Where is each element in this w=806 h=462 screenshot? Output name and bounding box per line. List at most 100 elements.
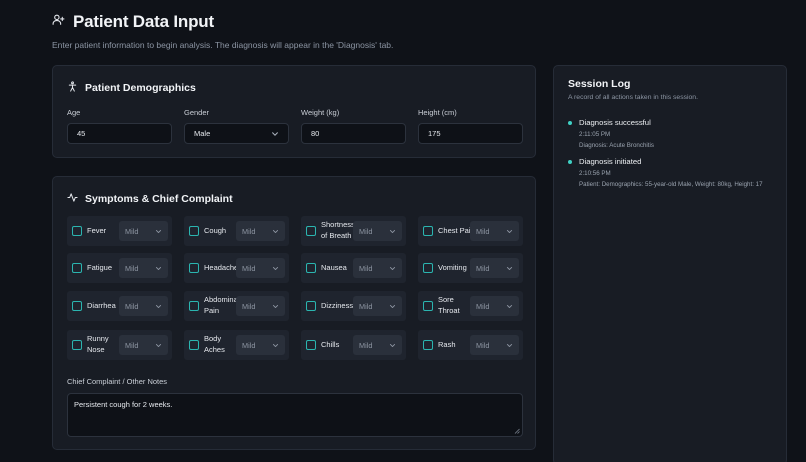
chevron-down-icon xyxy=(506,304,513,309)
page-header: Patient Data Input Enter patient informa… xyxy=(52,12,393,50)
chevron-down-icon xyxy=(272,266,279,271)
symptom-item: Body Aches Mild xyxy=(184,330,289,360)
session-log-title: Session Log xyxy=(568,78,631,90)
symptoms-card: Symptoms & Chief Complaint Fever Mild Coug… xyxy=(52,176,536,450)
weight-label: Weight (kg) xyxy=(301,108,340,117)
severity-value: Mild xyxy=(242,263,256,273)
notes-value: Persistent cough for 2 weeks. xyxy=(74,400,173,409)
age-label: Age xyxy=(67,108,81,117)
symptom-checkbox[interactable] xyxy=(306,263,316,273)
demographics-card: Patient Demographics Age 45 Gender Male … xyxy=(52,65,536,158)
severity-select[interactable]: Mild xyxy=(236,296,285,316)
chevron-down-icon xyxy=(389,304,396,309)
symptom-checkbox[interactable] xyxy=(423,263,433,273)
symptom-checkbox[interactable] xyxy=(72,263,82,273)
log-event: Diagnosis initiated xyxy=(579,157,642,166)
symptom-checkbox[interactable] xyxy=(72,340,82,350)
age-value: 45 xyxy=(77,129,86,138)
activity-pulse-icon xyxy=(67,190,78,208)
severity-value: Mild xyxy=(476,340,490,350)
severity-select[interactable]: Mild xyxy=(119,335,168,355)
severity-value: Mild xyxy=(242,340,256,350)
demographics-header: Patient Demographics xyxy=(67,79,196,97)
gender-value: Male xyxy=(194,129,211,138)
symptom-checkbox[interactable] xyxy=(72,301,82,311)
chevron-down-icon xyxy=(506,229,513,234)
symptom-item: Rash Mild xyxy=(418,330,523,360)
person-standing-icon xyxy=(67,79,78,97)
symptom-checkbox[interactable] xyxy=(306,226,316,236)
severity-select[interactable]: Mild xyxy=(119,296,168,316)
page-subtitle: Enter patient information to begin analy… xyxy=(52,40,394,50)
chevron-down-icon xyxy=(272,132,278,136)
gender-select[interactable]: Male xyxy=(184,123,289,144)
symptoms-title: Symptoms & Chief Complaint xyxy=(85,193,233,205)
chevron-down-icon xyxy=(389,343,396,348)
severity-value: Mild xyxy=(359,226,373,236)
symptom-item: Dizziness Mild xyxy=(301,291,406,321)
chevron-down-icon xyxy=(155,343,162,348)
symptom-item: Fatigue Mild xyxy=(67,253,172,283)
severity-select[interactable]: Mild xyxy=(353,296,402,316)
severity-select[interactable]: Mild xyxy=(353,335,402,355)
severity-select[interactable]: Mild xyxy=(236,258,285,278)
symptom-checkbox[interactable] xyxy=(306,340,316,350)
symptom-item: Vomiting Mild xyxy=(418,253,523,283)
symptom-checkbox[interactable] xyxy=(423,340,433,350)
severity-select[interactable]: Mild xyxy=(353,221,402,241)
symptom-checkbox[interactable] xyxy=(306,301,316,311)
symptom-checkbox[interactable] xyxy=(189,340,199,350)
chevron-down-icon xyxy=(155,266,162,271)
severity-value: Mild xyxy=(476,263,490,273)
chevron-down-icon xyxy=(155,304,162,309)
chevron-down-icon xyxy=(272,343,279,348)
severity-select[interactable]: Mild xyxy=(353,258,402,278)
log-status-dot xyxy=(568,121,572,125)
chief-complaint-textarea[interactable]: Persistent cough for 2 weeks. xyxy=(67,393,523,437)
severity-value: Mild xyxy=(476,226,490,236)
symptom-item: Sore Throat Mild xyxy=(418,291,523,321)
severity-select[interactable]: Mild xyxy=(119,258,168,278)
symptom-checkbox[interactable] xyxy=(423,301,433,311)
severity-select[interactable]: Mild xyxy=(470,258,519,278)
height-label: Height (cm) xyxy=(418,108,457,117)
session-log-card: Session Log A record of all actions take… xyxy=(553,65,787,462)
height-input[interactable]: 175 xyxy=(418,123,523,144)
severity-select[interactable]: Mild xyxy=(470,296,519,316)
chevron-down-icon xyxy=(272,304,279,309)
log-detail: Diagnosis: Acute Bronchitis xyxy=(579,142,654,149)
severity-value: Mild xyxy=(242,301,256,311)
severity-value: Mild xyxy=(125,226,139,236)
session-log-subtitle: A record of all actions taken in this se… xyxy=(568,94,698,101)
severity-select[interactable]: Mild xyxy=(470,221,519,241)
severity-value: Mild xyxy=(125,340,139,350)
severity-value: Mild xyxy=(242,226,256,236)
symptom-checkbox[interactable] xyxy=(423,226,433,236)
chevron-down-icon xyxy=(272,229,279,234)
weight-input[interactable]: 80 xyxy=(301,123,406,144)
symptom-item: Abdominal Pain Mild xyxy=(184,291,289,321)
symptom-checkbox[interactable] xyxy=(72,226,82,236)
user-plus-icon xyxy=(52,13,65,31)
chevron-down-icon xyxy=(506,266,513,271)
age-input[interactable]: 45 xyxy=(67,123,172,144)
chevron-down-icon xyxy=(506,343,513,348)
severity-select[interactable]: Mild xyxy=(236,335,285,355)
chevron-down-icon xyxy=(389,229,396,234)
severity-select[interactable]: Mild xyxy=(119,221,168,241)
demographics-title: Patient Demographics xyxy=(85,82,196,94)
symptom-item: Shortness of Breath Mild xyxy=(301,216,406,246)
symptom-item: Diarrhea Mild xyxy=(67,291,172,321)
symptom-checkbox[interactable] xyxy=(189,226,199,236)
resize-handle-icon[interactable] xyxy=(514,428,520,434)
symptoms-header: Symptoms & Chief Complaint xyxy=(67,190,233,208)
chevron-down-icon xyxy=(155,229,162,234)
severity-select[interactable]: Mild xyxy=(470,335,519,355)
log-detail: Patient: Demographics: 55-year-old Male,… xyxy=(579,181,763,188)
symptom-checkbox[interactable] xyxy=(189,301,199,311)
severity-select[interactable]: Mild xyxy=(236,221,285,241)
log-time: 2:11:05 PM xyxy=(579,131,611,138)
symptom-checkbox[interactable] xyxy=(189,263,199,273)
symptom-item: Runny Nose Mild xyxy=(67,330,172,360)
weight-value: 80 xyxy=(311,129,320,138)
